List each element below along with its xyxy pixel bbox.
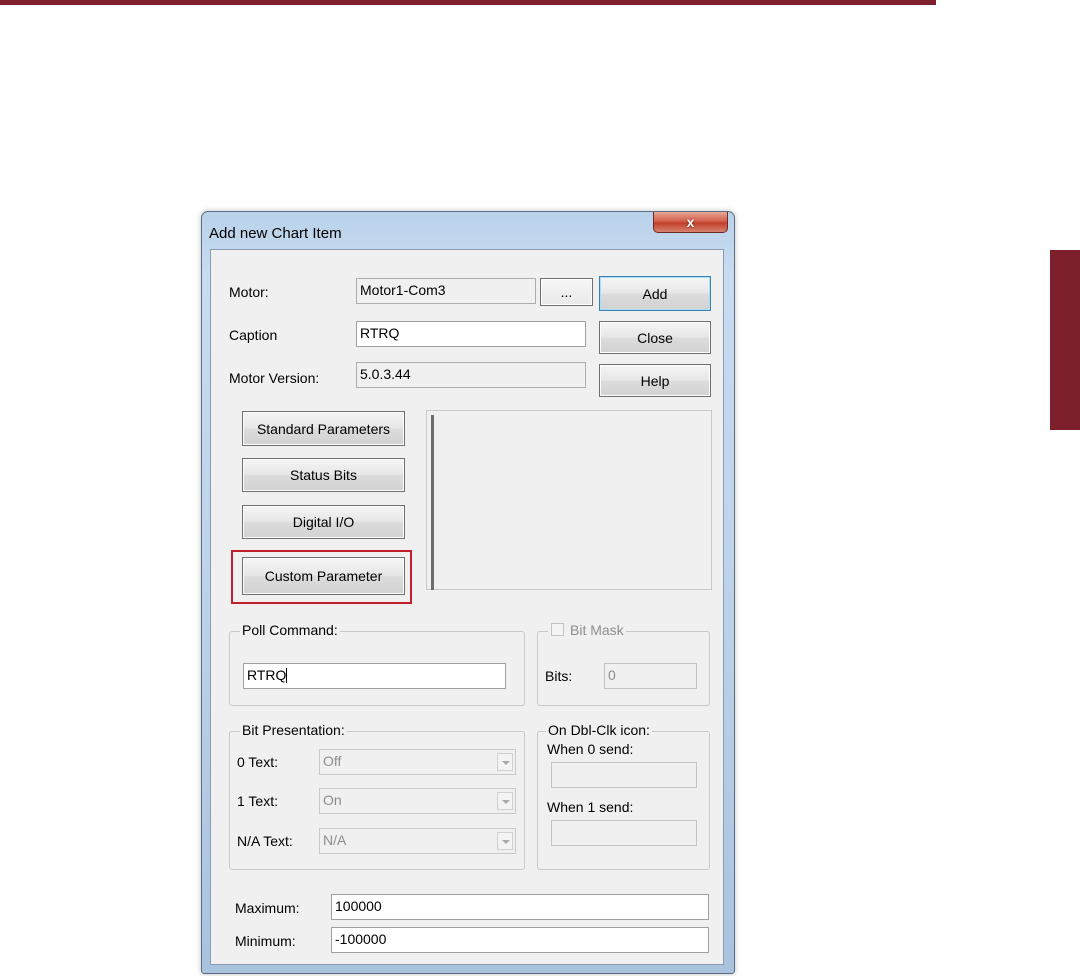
dialog-client-area: Motor: Motor1-Com3 ... Add Caption RTRQ … <box>210 249 724 965</box>
bits-field[interactable]: 0 <box>604 663 697 689</box>
one-text-value: On <box>323 792 342 808</box>
chevron-down-icon <box>497 753 513 771</box>
na-text-value: N/A <box>323 832 347 848</box>
bit-mask-legend: Bit Mask <box>570 622 624 638</box>
close-button[interactable]: Close <box>599 321 711 354</box>
one-text-select[interactable]: On <box>319 788 516 814</box>
minimum-input[interactable]: -100000 <box>331 927 709 953</box>
top-rule <box>0 0 936 5</box>
standard-parameters-button[interactable]: Standard Parameters <box>242 411 405 446</box>
bit-mask-legend-wrap: Bit Mask <box>548 622 626 638</box>
when-0-field[interactable] <box>551 762 697 788</box>
text-caret <box>286 668 288 683</box>
bit-presentation-legend: Bit Presentation: <box>240 722 347 738</box>
motor-label: Motor: <box>229 284 269 300</box>
chevron-down-icon <box>497 792 513 810</box>
motor-browse-button[interactable]: ... <box>540 278 593 306</box>
parameter-pane-divider <box>431 415 434 590</box>
add-button[interactable]: Add <box>599 276 711 311</box>
dblclk-legend: On Dbl-Clk icon: <box>546 722 652 738</box>
motor-version-field: 5.0.3.44 <box>356 362 586 388</box>
bit-mask-checkbox[interactable] <box>551 623 564 636</box>
poll-command-legend: Poll Command: <box>240 622 340 638</box>
na-text-label: N/A Text: <box>237 833 293 849</box>
caption-input[interactable]: RTRQ <box>356 321 586 347</box>
close-icon: x <box>686 214 695 230</box>
minimum-label: Minimum: <box>235 933 296 949</box>
when-1-label: When 1 send: <box>547 799 634 815</box>
one-text-label: 1 Text: <box>237 793 278 809</box>
caption-label: Caption <box>229 327 278 343</box>
maximum-input[interactable]: 100000 <box>331 894 709 920</box>
window-title: Add new Chart Item <box>209 225 342 242</box>
digital-io-button[interactable]: Digital I/O <box>242 505 405 539</box>
bits-label: Bits: <box>545 668 573 684</box>
window-close-button[interactable]: x <box>653 212 728 233</box>
poll-command-input[interactable]: RTRQ <box>243 663 506 689</box>
maximum-label: Maximum: <box>235 900 300 916</box>
when-1-field[interactable] <box>551 820 697 846</box>
custom-parameter-highlight <box>231 550 412 604</box>
zero-text-label: 0 Text: <box>237 754 278 770</box>
chevron-down-icon <box>497 832 513 850</box>
add-chart-item-dialog: Add new Chart Item x Motor: Motor1-Com3 … <box>201 211 735 974</box>
help-button[interactable]: Help <box>599 364 711 397</box>
motor-version-label: Motor Version: <box>229 370 320 386</box>
na-text-select[interactable]: N/A <box>319 828 516 854</box>
zero-text-select[interactable]: Off <box>319 749 516 775</box>
poll-command-text: RTRQ <box>247 667 287 683</box>
when-0-label: When 0 send: <box>547 741 634 757</box>
side-tab <box>1050 250 1080 430</box>
motor-field[interactable]: Motor1-Com3 <box>356 278 536 304</box>
status-bits-button[interactable]: Status Bits <box>242 458 405 492</box>
parameter-list-pane[interactable] <box>426 410 712 590</box>
zero-text-value: Off <box>323 753 342 769</box>
